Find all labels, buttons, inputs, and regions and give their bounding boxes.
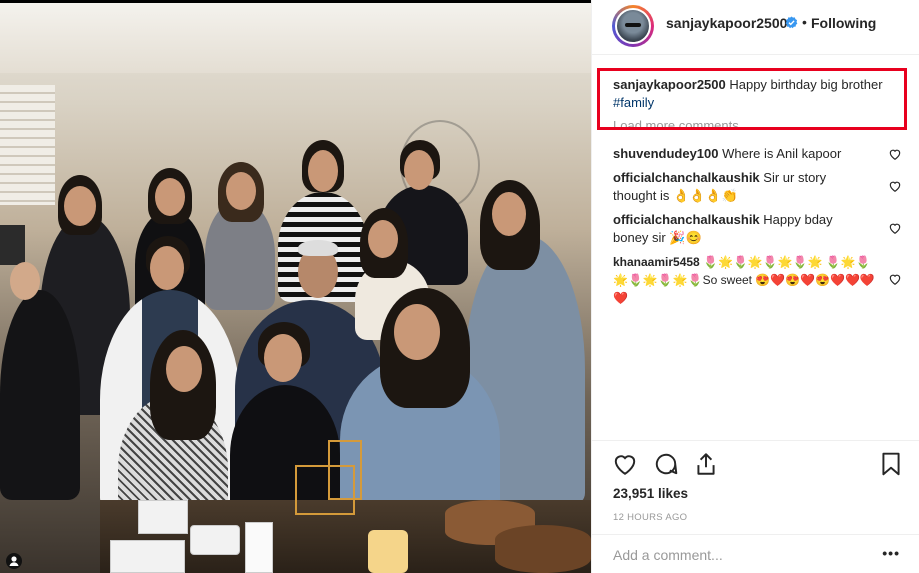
photo-cups (245, 522, 273, 573)
action-bar (592, 440, 919, 482)
photo-face (492, 192, 526, 236)
photo-face (264, 334, 302, 382)
photo-face (226, 172, 256, 210)
caption-hashtag[interactable]: #family (613, 95, 654, 110)
comment-like-heart-icon[interactable] (888, 179, 902, 193)
header-username[interactable]: sanjaykapoor2500 (666, 15, 787, 31)
photo-napkins (138, 500, 188, 534)
photo-face (10, 262, 40, 300)
photo-face (155, 178, 185, 216)
story-ring[interactable] (612, 5, 654, 47)
comment-username[interactable]: officialchanchalkaushik (613, 170, 760, 185)
photo-face (368, 220, 398, 258)
photo-plate (190, 525, 240, 555)
photo-plate (110, 540, 185, 573)
person-tag-icon[interactable] (6, 553, 22, 569)
photo-face (150, 246, 184, 290)
photo-cake (495, 525, 591, 573)
post-timestamp[interactable]: 12 HOURS AGO (613, 512, 687, 523)
caption-text: Happy birthday big brother (725, 77, 883, 92)
photo-gift-frame (295, 465, 355, 515)
photo-ceiling (0, 3, 591, 73)
photo-face (166, 346, 202, 392)
load-more-comments-link[interactable]: Load more comments (613, 118, 739, 133)
photo-face (64, 186, 96, 226)
photo-face (394, 304, 440, 360)
add-comment-input[interactable]: Add a comment... (613, 547, 723, 563)
photo-tv (0, 225, 25, 265)
comment-composer: Add a comment... ••• (592, 534, 919, 573)
photo-person (0, 290, 80, 500)
comment-item: officialchanchalkaushik Sir ur story tho… (613, 169, 838, 205)
following-button[interactable]: Following (811, 15, 876, 31)
comment-item: khanaamir5458 🌷🌟🌷🌟🌷🌟🌷🌟 🌷🌟🌷🌟🌷🌟🌷🌟🌷So sweet… (613, 253, 875, 307)
verified-badge-icon (785, 16, 798, 29)
comment-item: officialchanchalkaushik Happy bday boney… (613, 211, 853, 247)
likes-count[interactable]: 23,951 likes (613, 486, 688, 501)
header-separator: • (802, 14, 807, 30)
comment-like-heart-icon[interactable] (888, 272, 902, 286)
photo-window-shutter (0, 85, 55, 205)
avatar-glasses (625, 23, 641, 27)
heart-icon[interactable] (612, 451, 638, 477)
more-options-button[interactable]: ••• (882, 545, 900, 561)
avatar[interactable] (615, 8, 651, 44)
caption-username[interactable]: sanjaykapoor2500 (613, 77, 726, 92)
share-icon[interactable] (693, 451, 719, 477)
photo-candle (368, 530, 408, 573)
comment-icon[interactable] (653, 451, 679, 477)
post-header: sanjaykapoor2500 • Following (592, 0, 919, 55)
caption: sanjaykapoor2500 Happy birthday big brot… (613, 76, 883, 112)
photo-face (308, 150, 338, 192)
post-side-panel: sanjaykapoor2500 • Following sanjaykapoo… (591, 0, 919, 573)
comment-username[interactable]: khanaamir5458 (613, 255, 700, 269)
bookmark-icon[interactable] (878, 451, 904, 477)
photo-face (404, 150, 434, 190)
comment-item: shuvendudey100 Where is Anil kapoor (613, 145, 883, 163)
comment-username[interactable]: officialchanchalkaushik (613, 212, 760, 227)
comment-like-heart-icon[interactable] (888, 147, 902, 161)
post-photo[interactable] (0, 0, 591, 573)
comment-username[interactable]: shuvendudey100 (613, 146, 719, 161)
photo-hair (298, 240, 338, 256)
comment-text: Where is Anil kapoor (718, 146, 842, 161)
comment-like-heart-icon[interactable] (888, 221, 902, 235)
